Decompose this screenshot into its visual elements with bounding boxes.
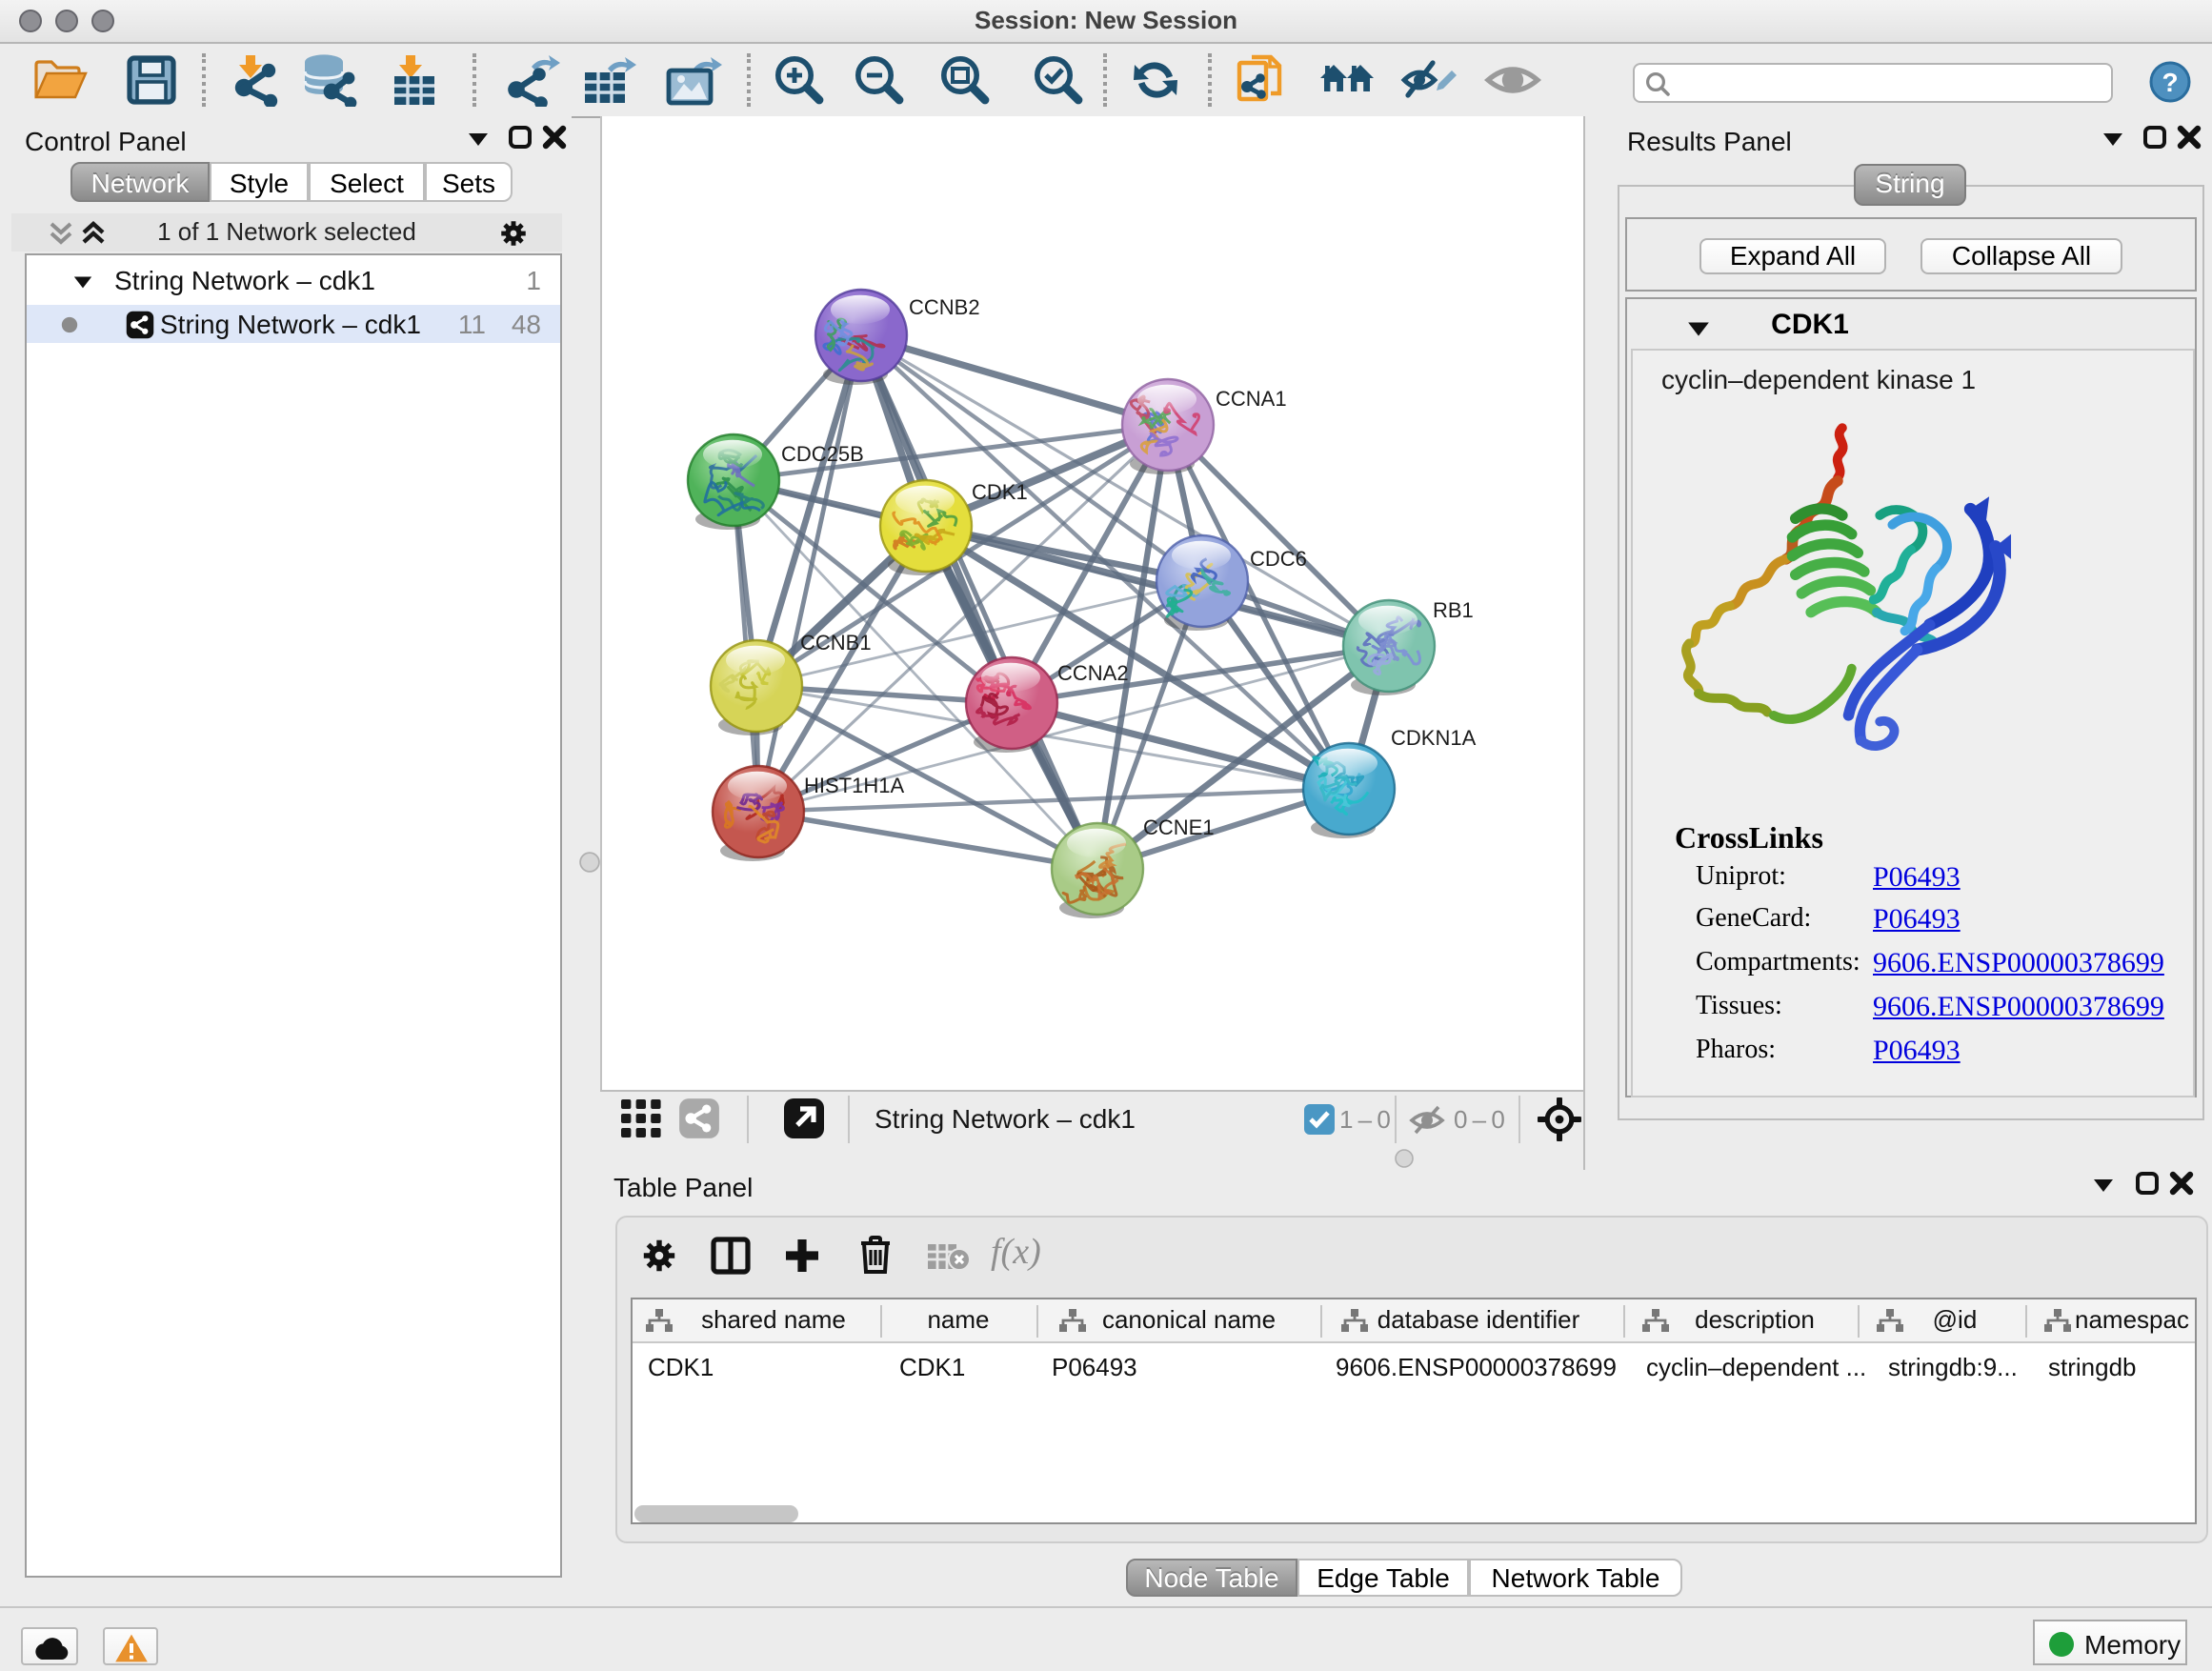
svg-text:HIST1H1A: HIST1H1A bbox=[804, 774, 904, 797]
svg-text:CDK1: CDK1 bbox=[972, 480, 1028, 504]
svg-text:CCNB1: CCNB1 bbox=[800, 631, 872, 654]
svg-text:RB1: RB1 bbox=[1433, 598, 1474, 622]
svg-text:CDC25B: CDC25B bbox=[781, 442, 864, 466]
svg-text:?: ? bbox=[2162, 68, 2178, 97]
svg-text:CDKN1A: CDKN1A bbox=[1391, 726, 1477, 750]
svg-text:CCNB2: CCNB2 bbox=[909, 295, 980, 319]
svg-text:CDC6: CDC6 bbox=[1250, 547, 1307, 571]
svg-text:CCNA2: CCNA2 bbox=[1057, 661, 1129, 685]
svg-text:CCNE1: CCNE1 bbox=[1143, 815, 1215, 839]
svg-text:CCNA1: CCNA1 bbox=[1216, 387, 1287, 411]
